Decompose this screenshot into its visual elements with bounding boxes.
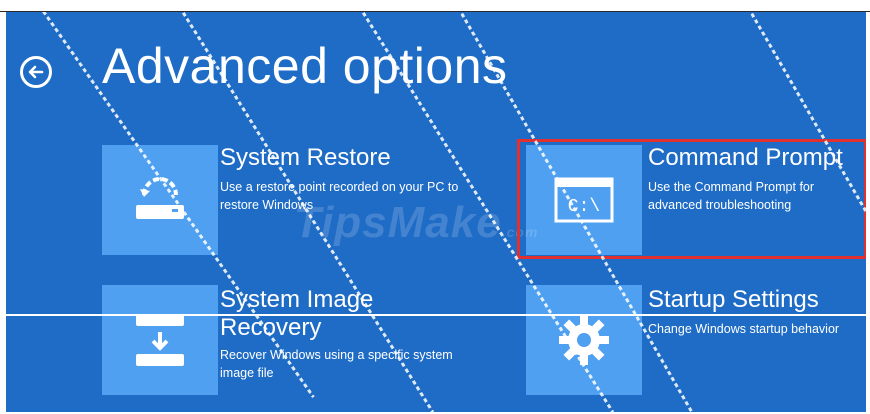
system-image-recovery-title-line1: System Image: [220, 286, 374, 313]
back-button[interactable]: [20, 56, 52, 88]
top-border: [0, 0, 870, 12]
command-prompt-tile[interactable]: C:\: [526, 145, 642, 255]
system-image-recovery-tile[interactable]: [102, 285, 218, 395]
back-arrow-icon: [28, 65, 44, 79]
command-prompt-title: Command Prompt: [648, 144, 843, 171]
system-restore-description: Use a restore point recorded on your PC …: [220, 180, 459, 212]
startup-settings-option[interactable]: Startup Settings Change Windows startup …: [648, 286, 866, 338]
advanced-options-screen: Advanced options System Restore Use a re…: [6, 12, 866, 412]
startup-settings-description: Change Windows startup behavior: [648, 322, 840, 336]
startup-settings-title: Startup Settings: [648, 286, 819, 313]
command-prompt-option[interactable]: Command Prompt Use the Command Prompt fo…: [648, 144, 843, 214]
system-image-recovery-icon: [136, 314, 184, 366]
system-image-recovery-description: Recover Windows using a specific system …: [220, 348, 453, 380]
horizontal-line-artifact: [6, 314, 866, 316]
command-prompt-description: Use the Command Prompt for advanced trou…: [648, 180, 815, 212]
system-image-recovery-option[interactable]: System Image Recovery Recover Windows us…: [220, 286, 460, 382]
page-title: Advanced options: [102, 38, 508, 94]
system-restore-option[interactable]: System Restore Use a restore point recor…: [220, 144, 470, 214]
screenshot-frame: Advanced options System Restore Use a re…: [0, 0, 870, 414]
command-prompt-icon: C:\: [554, 177, 614, 223]
system-restore-title: System Restore: [220, 144, 391, 171]
